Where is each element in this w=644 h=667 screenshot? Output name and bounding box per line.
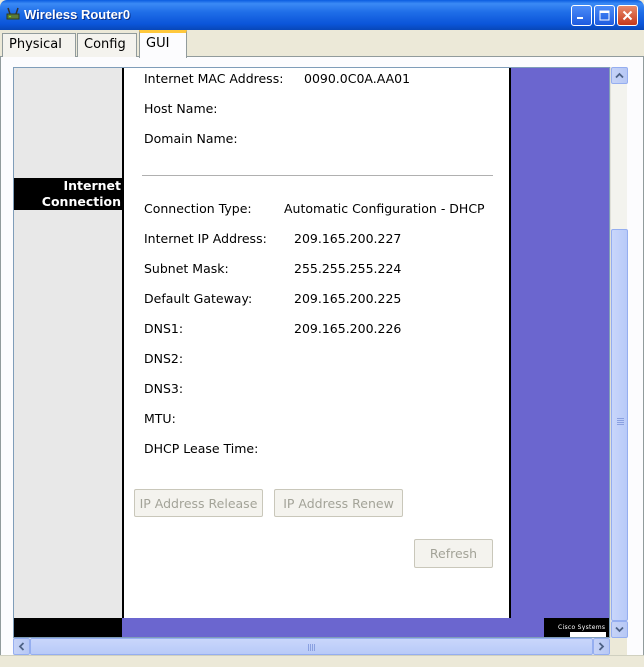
vertical-scroll-thumb[interactable] xyxy=(611,229,628,621)
scroll-left-button[interactable] xyxy=(13,638,30,655)
gui-viewport: Internet Connection Internet MAC Address… xyxy=(13,67,610,638)
internet-connection-panel: Internet MAC Address: 0090.0C0A.AA01 Hos… xyxy=(122,68,511,620)
dns1-label: DNS1: xyxy=(144,321,184,336)
ip-address-renew-button[interactable]: IP Address Renew xyxy=(274,489,403,517)
scroll-down-button[interactable] xyxy=(611,621,628,638)
grip-line xyxy=(310,644,311,651)
ip-address-release-button[interactable]: IP Address Release xyxy=(134,489,263,517)
dns1-value: 209.165.200.226 xyxy=(294,321,402,336)
domain-name-label: Domain Name: xyxy=(144,131,238,146)
subnet-mask-label: Subnet Mask: xyxy=(144,261,229,276)
mac-value: 0090.0C0A.AA01 xyxy=(304,71,411,86)
chevron-right-icon xyxy=(598,642,605,651)
sidebar: Internet Connection xyxy=(14,68,122,618)
grip-line xyxy=(617,420,624,421)
refresh-button[interactable]: Refresh xyxy=(414,539,493,568)
dns3-label: DNS3: xyxy=(144,381,184,396)
maximize-button[interactable] xyxy=(594,5,615,26)
close-icon xyxy=(622,10,633,21)
cisco-logo-text: Cisco Systems xyxy=(558,624,606,631)
tab-bar: Physical Config GUI xyxy=(0,30,644,58)
vertical-scrollbar[interactable] xyxy=(610,67,628,638)
minimize-button[interactable] xyxy=(571,5,592,26)
grip-line xyxy=(314,644,315,651)
host-name-label: Host Name: xyxy=(144,101,218,116)
default-gateway-label: Default Gateway: xyxy=(144,291,253,306)
section-label-internet-connection: Internet Connection xyxy=(14,178,122,210)
divider xyxy=(142,175,493,176)
default-gateway-value: 209.165.200.225 xyxy=(294,291,402,306)
router-icon xyxy=(6,7,20,20)
horizontal-scrollbar[interactable] xyxy=(13,638,610,655)
close-button[interactable] xyxy=(617,5,638,26)
scrollbar-corner xyxy=(610,638,627,655)
scroll-right-button[interactable] xyxy=(593,638,610,655)
tab-physical[interactable]: Physical xyxy=(2,33,76,57)
connection-type-value: Automatic Configuration - DHCP xyxy=(284,201,485,216)
tab-gui[interactable]: GUI xyxy=(139,30,187,58)
content-footer xyxy=(122,618,511,637)
maximize-icon xyxy=(599,10,610,21)
dns2-label: DNS2: xyxy=(144,351,184,366)
grip-line xyxy=(308,644,309,651)
window-bottom-edge xyxy=(0,655,644,667)
grip-line xyxy=(617,422,624,423)
title-bar[interactable]: Wireless Router0 xyxy=(0,0,644,30)
window-title: Wireless Router0 xyxy=(24,7,131,22)
mac-label: Internet MAC Address: xyxy=(144,71,284,86)
horizontal-scroll-thumb[interactable] xyxy=(30,638,593,655)
connection-type-label: Connection Type: xyxy=(144,201,252,216)
tab-config[interactable]: Config xyxy=(77,33,137,57)
scroll-up-button[interactable] xyxy=(611,67,628,84)
cisco-logo: Cisco Systems xyxy=(544,618,609,637)
sidebar-footer xyxy=(14,618,122,637)
grip-line xyxy=(312,644,313,651)
chevron-left-icon xyxy=(18,642,25,651)
minimize-icon xyxy=(577,17,583,19)
grip-line xyxy=(617,418,624,419)
chevron-up-icon xyxy=(615,72,624,79)
dhcp-lease-time-label: DHCP Lease Time: xyxy=(144,441,259,456)
grip-line xyxy=(617,424,624,425)
subnet-mask-value: 255.255.255.224 xyxy=(294,261,402,276)
section-label-line1: Internet xyxy=(63,178,121,193)
mtu-label: MTU: xyxy=(144,411,176,426)
ip-address-label: Internet IP Address: xyxy=(144,231,267,246)
chevron-down-icon xyxy=(615,626,624,633)
ip-address-value: 209.165.200.227 xyxy=(294,231,402,246)
section-label-line2: Connection xyxy=(41,194,121,209)
